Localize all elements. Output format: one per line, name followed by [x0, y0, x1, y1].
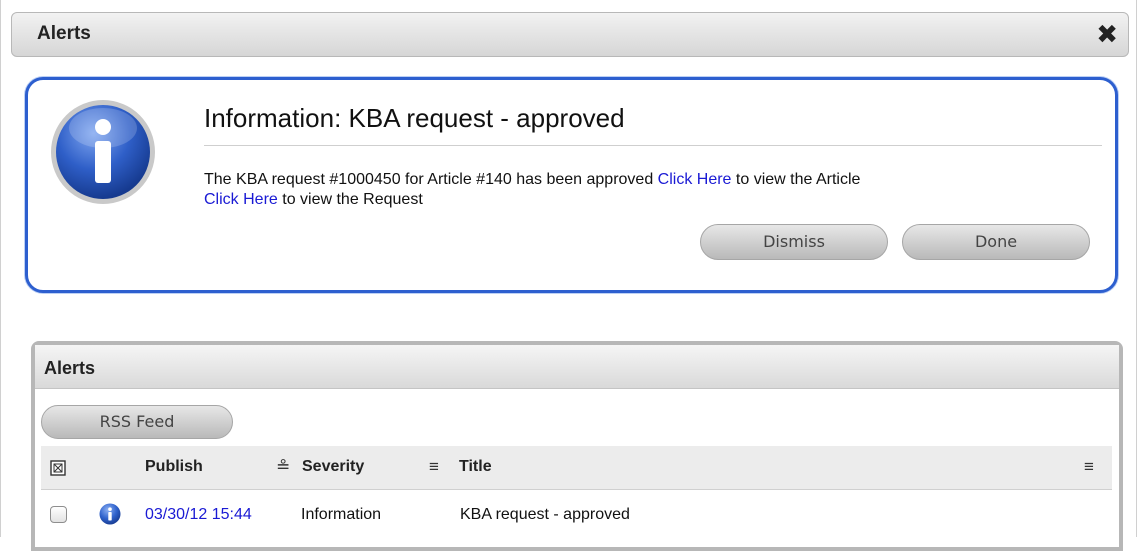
- close-icon[interactable]: ✖: [1096, 16, 1118, 52]
- row-checkbox[interactable]: [50, 506, 67, 523]
- message-text: The KBA request #1000450 for Article #14…: [204, 171, 658, 188]
- column-menu-icon[interactable]: ≡: [429, 457, 439, 477]
- table-header: Publish ≗ Severity ≡ Title ≡: [41, 446, 1112, 490]
- column-publish[interactable]: Publish: [145, 458, 203, 476]
- info-icon: [51, 100, 155, 204]
- column-title[interactable]: Title: [459, 458, 492, 476]
- alert-detail-card: Information: KBA request - approved The …: [25, 77, 1118, 293]
- list-header: Alerts: [35, 345, 1119, 389]
- view-article-link[interactable]: Click Here: [658, 171, 732, 188]
- alerts-table: Publish ≗ Severity ≡ Title ≡ 03/30/12 15…: [41, 446, 1112, 536]
- window-title: Alerts: [37, 23, 91, 44]
- filter-icon[interactable]: ≗: [276, 457, 290, 477]
- dismiss-button[interactable]: Dismiss: [700, 224, 888, 260]
- message-text: to view the Request: [277, 191, 423, 208]
- rss-feed-button[interactable]: RSS Feed: [41, 405, 233, 439]
- column-severity[interactable]: Severity: [302, 458, 364, 476]
- alert-title: Information: KBA request - approved: [204, 103, 625, 133]
- alert-message: The KBA request #1000450 for Article #14…: [204, 170, 1104, 210]
- column-options-icon[interactable]: ≡: [1084, 457, 1094, 477]
- row-publish-link[interactable]: 03/30/12 15:44: [145, 506, 252, 524]
- window-header: Alerts ✖: [11, 12, 1129, 57]
- info-icon: [99, 503, 121, 525]
- view-request-link[interactable]: Click Here: [204, 191, 278, 208]
- message-text: to view the Article: [731, 171, 861, 188]
- select-all-icon[interactable]: [50, 460, 66, 476]
- divider: [204, 145, 1102, 146]
- alerts-list-panel: Alerts RSS Feed Publish ≗ Severity ≡ Tit…: [31, 341, 1123, 551]
- row-severity: Information: [301, 506, 382, 523]
- done-button[interactable]: Done: [902, 224, 1090, 260]
- alerts-window: Alerts ✖ Information: KBA request - appr…: [0, 0, 1137, 551]
- table-row[interactable]: 03/30/12 15:44 Information KBA request -…: [41, 490, 1112, 536]
- list-title: Alerts: [44, 358, 96, 378]
- row-title: KBA request - approved: [460, 506, 630, 523]
